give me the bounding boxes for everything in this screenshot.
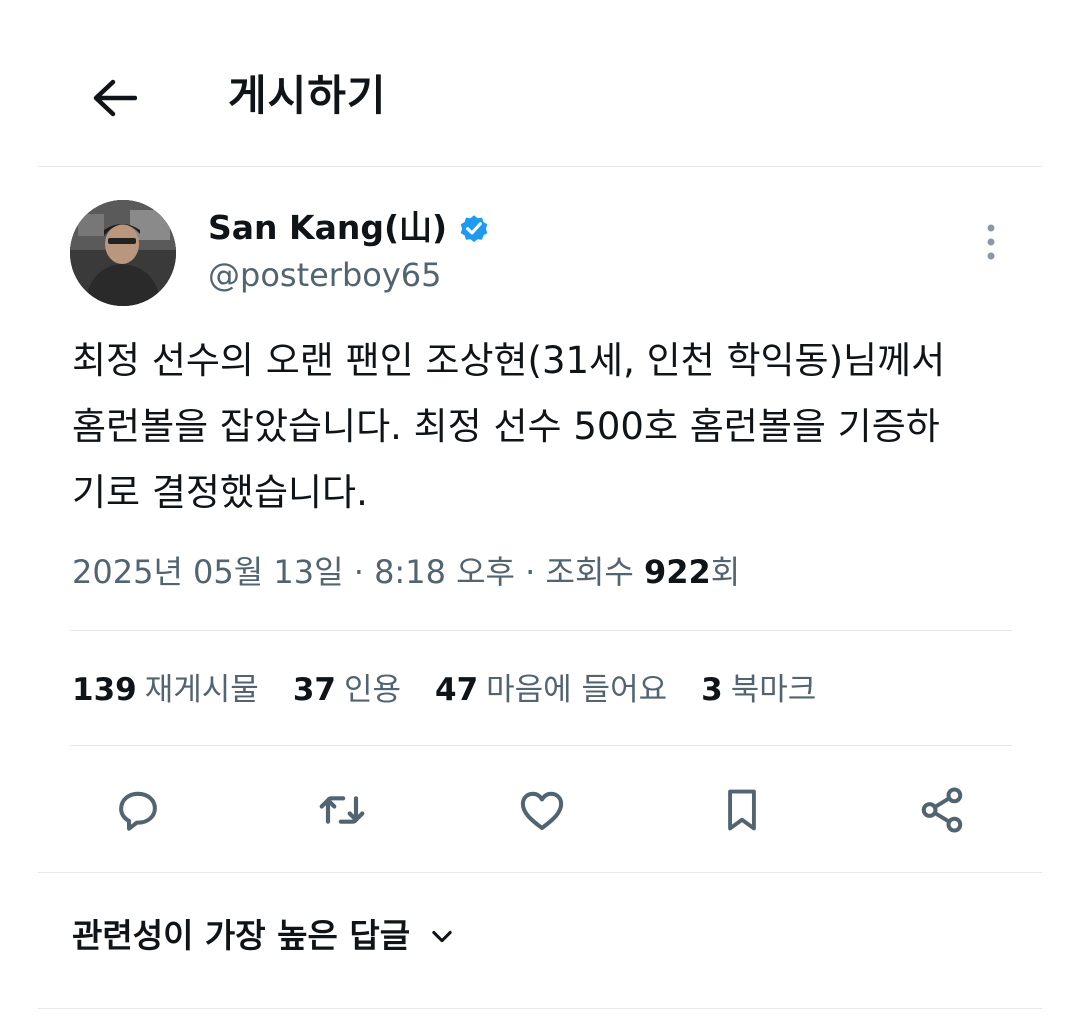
- likes-count: 47: [435, 672, 479, 708]
- meta-separator: ·: [514, 553, 546, 591]
- reposts-stat[interactable]: 139 재게시물: [72, 668, 259, 712]
- share-icon: [921, 787, 963, 833]
- reply-sort-label: 관련성이 가장 높은 답글: [72, 916, 411, 955]
- views-label: 조회수: [545, 553, 644, 591]
- like-button[interactable]: [512, 780, 572, 840]
- avatar-photo: [70, 200, 176, 306]
- quotes-stat[interactable]: 37 인용: [293, 668, 401, 712]
- verified-badge-icon: [460, 215, 488, 243]
- repost-icon: [319, 796, 365, 824]
- header-divider: [38, 166, 1042, 167]
- action-bar: [0, 780, 1080, 844]
- back-button[interactable]: [88, 72, 140, 124]
- more-vertical-icon: [987, 224, 995, 260]
- bookmark-button[interactable]: [712, 780, 772, 840]
- bookmark-icon: [728, 789, 756, 831]
- bookmarks-stat[interactable]: 3 북마크: [701, 668, 816, 712]
- stats-divider: [70, 745, 1012, 746]
- meta-separator: ·: [343, 553, 375, 591]
- quotes-label: 인용: [343, 672, 401, 708]
- bottom-divider: [38, 1008, 1042, 1009]
- post-meta: 2025년 05월 13일 · 8:18 오후 · 조회수 922회: [72, 550, 740, 594]
- likes-label: 마음에 들어요: [486, 672, 668, 708]
- top-bar: 게시하기: [0, 0, 1080, 166]
- chevron-down-icon: [432, 930, 452, 943]
- engagement-stats: 139 재게시물 37 인용 47 마음에 들어요 3 북마크: [72, 668, 850, 712]
- author-display-name[interactable]: San Kang(山): [208, 206, 447, 250]
- bookmarks-label: 북마크: [730, 672, 817, 708]
- page-title: 게시하기: [228, 71, 387, 120]
- reply-button[interactable]: [108, 780, 168, 840]
- reposts-label: 재게시물: [144, 672, 259, 708]
- avatar[interactable]: [70, 200, 176, 306]
- post-time[interactable]: 8:18 오후: [374, 553, 515, 591]
- likes-stat[interactable]: 47 마음에 들어요: [435, 668, 667, 712]
- post-text: 최정 선수의 오랜 팬인 조상현(31세, 인천 학익동)님께서 홈런볼을 잡았…: [72, 339, 946, 514]
- share-button[interactable]: [912, 780, 972, 840]
- bookmarks-count: 3: [701, 672, 723, 708]
- views-suffix: 회: [710, 553, 741, 591]
- actions-divider: [38, 872, 1042, 873]
- author-handle[interactable]: @posterboy65: [208, 254, 442, 296]
- repost-button[interactable]: [312, 780, 372, 840]
- reply-icon: [119, 791, 157, 831]
- heart-icon: [520, 791, 564, 831]
- author-row: San Kang(山): [208, 206, 491, 250]
- post-date[interactable]: 2025년 05월 13일: [72, 553, 344, 591]
- more-options-button[interactable]: [974, 220, 1008, 264]
- views-count: 922: [644, 553, 711, 591]
- arrow-left-icon: [93, 79, 137, 117]
- reply-sort-dropdown[interactable]: 관련성이 가장 높은 답글: [72, 912, 456, 960]
- quotes-count: 37: [292, 672, 336, 708]
- meta-divider: [70, 630, 1012, 631]
- reposts-count: 139: [72, 672, 137, 708]
